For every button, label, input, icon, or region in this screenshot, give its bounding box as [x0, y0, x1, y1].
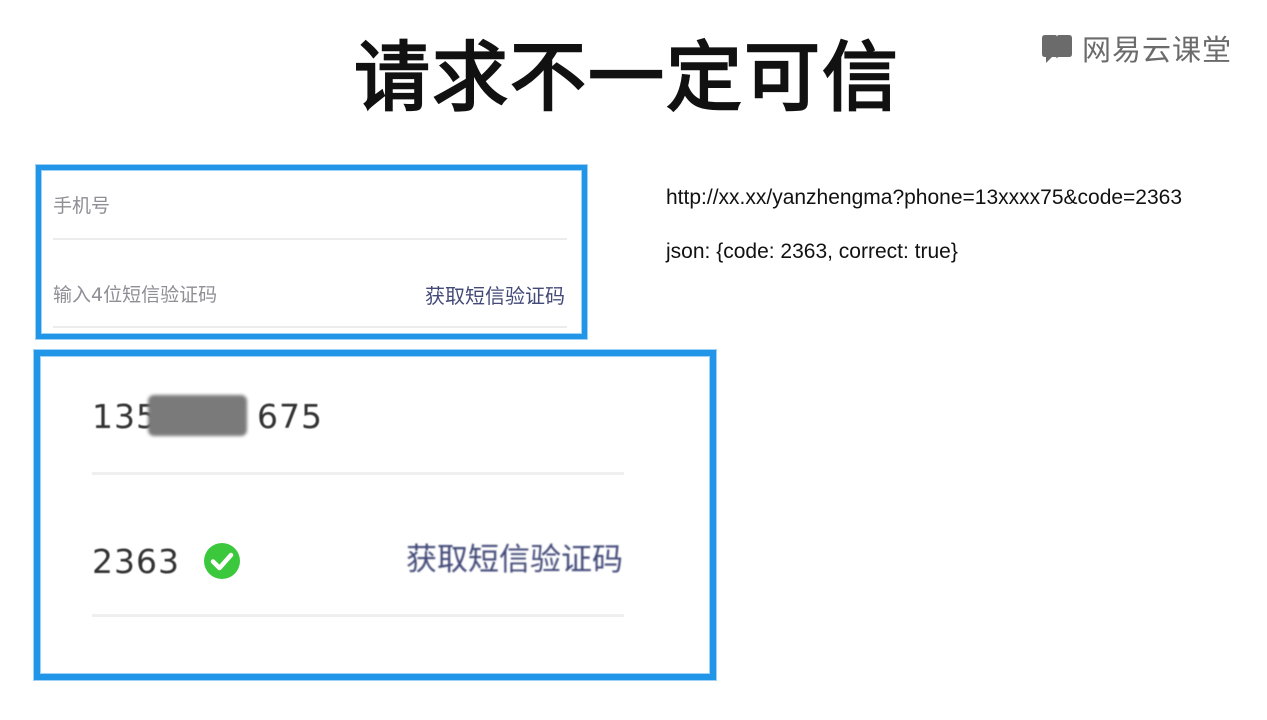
- book-chat-icon: [1042, 35, 1072, 63]
- phone-input-filled[interactable]: 135 675: [92, 395, 323, 439]
- phone-redaction-mask: [148, 395, 247, 436]
- request-url-text: http://xx.xx/yanzhengma?phone=13xxxx75&c…: [666, 186, 1183, 209]
- code-input-underline: [92, 614, 624, 617]
- brand-logo: 网易云课堂: [1040, 30, 1233, 67]
- phone-input-underline: [53, 238, 567, 240]
- response-json-text: json: {code: 2363, correct: true}: [666, 240, 958, 263]
- check-circle-icon: [204, 543, 240, 579]
- code-input-underline: [53, 326, 567, 328]
- get-sms-code-link[interactable]: 获取短信验证码: [425, 280, 565, 309]
- phone-input-placeholder[interactable]: 手机号: [53, 191, 110, 218]
- phone-suffix: 675: [257, 397, 323, 436]
- code-input-placeholder[interactable]: 输入4位短信验证码: [53, 280, 217, 307]
- brand-name: 网易云课堂: [1082, 33, 1233, 67]
- code-input-filled[interactable]: 2363: [92, 540, 180, 584]
- phone-input-underline: [92, 472, 624, 475]
- get-sms-code-link[interactable]: 获取短信验证码: [406, 538, 623, 582]
- original-form-highlight: [36, 165, 587, 339]
